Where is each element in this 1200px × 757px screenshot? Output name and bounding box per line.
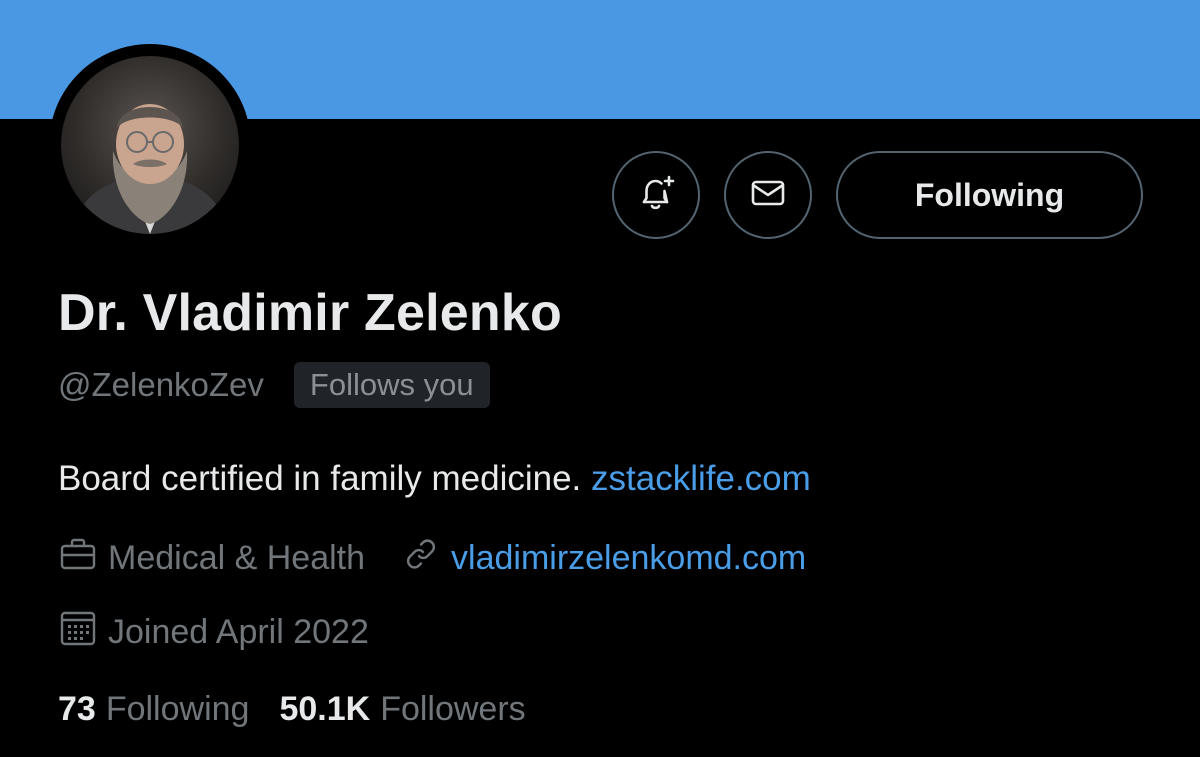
handle-row: @ZelenkoZev Follows you: [58, 362, 490, 408]
profile-meta: Medical & Health vladimirzelenkomd.com: [58, 534, 806, 583]
bio-link[interactable]: zstacklife.com: [591, 459, 811, 498]
avatar[interactable]: [49, 44, 251, 246]
category-label: Medical & Health: [108, 539, 366, 577]
following-count: 73: [58, 690, 96, 728]
avatar-photo: [61, 56, 239, 234]
calendar-icon: [58, 608, 108, 657]
category-item: Medical & Health: [58, 534, 365, 583]
following-label: Following: [105, 690, 250, 728]
follow-stats: 73 Following 50.1K Followers: [58, 690, 526, 729]
following-stat[interactable]: 73 Following: [58, 690, 249, 729]
display-name: Dr. Vladimir Zelenko: [58, 284, 562, 342]
user-handle: @ZelenkoZev: [58, 366, 264, 403]
briefcase-icon: [58, 534, 108, 583]
link-icon: [401, 534, 451, 583]
joined-label: Joined April 2022: [108, 613, 369, 651]
follows-you-badge: Follows you: [293, 362, 490, 408]
bio-text: Board certified in family medicine.: [58, 459, 582, 498]
website-link[interactable]: vladimirzelenkomd.com: [451, 539, 806, 578]
message-button[interactable]: [724, 151, 812, 239]
followers-label: Followers: [380, 690, 526, 728]
following-button[interactable]: Following: [836, 151, 1143, 239]
envelope-icon: [747, 172, 789, 219]
followers-stat[interactable]: 50.1K Followers: [279, 690, 525, 729]
notify-button[interactable]: [612, 151, 700, 239]
followers-count: 50.1K: [279, 690, 371, 728]
bell-plus-icon: [634, 171, 678, 220]
website-item[interactable]: vladimirzelenkomd.com: [401, 534, 806, 583]
joined-date: Joined April 2022: [58, 608, 369, 657]
bio: Board certified in family medicine. zsta…: [58, 459, 811, 499]
